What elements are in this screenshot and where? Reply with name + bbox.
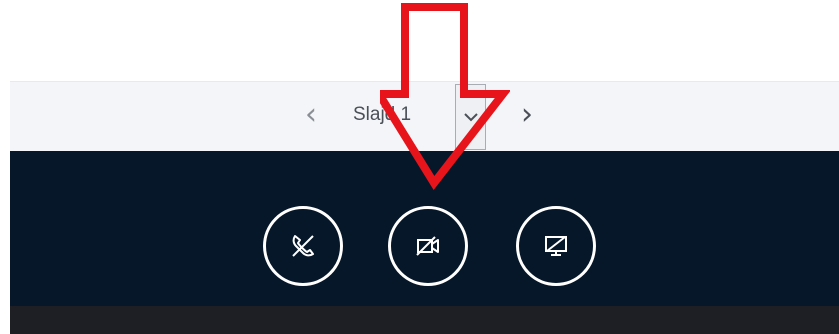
- phone-off-icon: [292, 235, 314, 257]
- next-slide-button[interactable]: ›: [515, 94, 539, 136]
- current-slide-label: Slajd 1: [353, 104, 412, 125]
- slide-navigation-bar: ‹ Slajd 1 ›: [10, 81, 839, 151]
- audio-toggle-button[interactable]: [263, 206, 343, 286]
- chevron-down-icon: [464, 113, 478, 122]
- previous-slide-button[interactable]: ‹: [299, 94, 323, 136]
- top-blank-area: [0, 0, 839, 81]
- video-off-icon: [416, 236, 439, 256]
- screen-share-off-icon: [545, 236, 567, 256]
- bottom-dark-strip: [10, 306, 839, 334]
- video-toggle-button[interactable]: [388, 206, 468, 286]
- media-control-bar: [10, 151, 839, 306]
- screen-share-toggle-button[interactable]: [516, 206, 596, 286]
- slide-select-dropdown[interactable]: [455, 84, 486, 150]
